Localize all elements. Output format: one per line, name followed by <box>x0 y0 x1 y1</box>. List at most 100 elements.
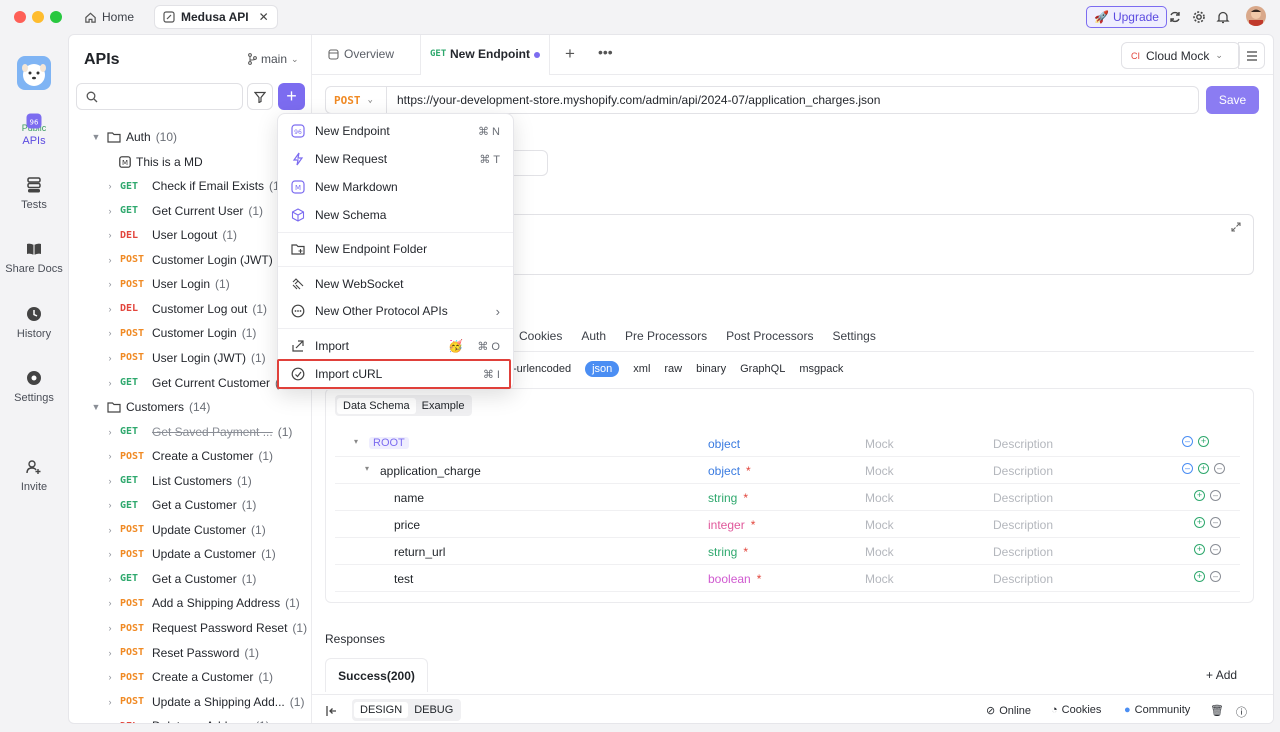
chevron-right-icon[interactable]: › <box>105 623 115 633</box>
design-mode-button[interactable]: DESIGN <box>354 702 409 718</box>
debug-mode-button[interactable]: DEBUG <box>408 702 459 718</box>
gear-icon[interactable] <box>1191 9 1207 25</box>
method-select[interactable]: POST ⌄ <box>326 87 387 113</box>
menu-import[interactable]: Import 🥳 ⌘ O <box>278 332 513 360</box>
mock-input[interactable]: Mock <box>865 491 894 505</box>
type-urlencoded[interactable]: -urlencoded <box>513 363 571 375</box>
chevron-right-icon[interactable]: › <box>105 549 115 559</box>
chevron-down-icon[interactable]: ▼ <box>91 132 101 142</box>
branch-selector[interactable]: main ⌄ <box>247 52 299 66</box>
menu-new-websocket[interactable]: New WebSocket <box>278 270 513 298</box>
tab-post-processors[interactable]: Post Processors <box>726 329 813 343</box>
expand-icon[interactable] <box>1231 222 1241 232</box>
tree-endpoint[interactable]: ›GETGet Current Customer( <box>105 371 280 395</box>
tree-endpoint[interactable]: › POST Update a Customer (1) <box>105 542 276 566</box>
url-input[interactable]: https://your-development-store.myshopify… <box>387 93 880 107</box>
description-input[interactable]: Description <box>993 572 1053 586</box>
type-xml[interactable]: xml <box>633 363 650 375</box>
cookies-button[interactable]: ◔ Cookies <box>1051 704 1101 716</box>
description-textarea[interactable] <box>502 214 1254 275</box>
nav-invite[interactable]: Invite <box>0 458 68 493</box>
schema-row[interactable]: name string * Mock Description + – <box>335 484 1240 511</box>
add-field-icon[interactable]: + <box>1194 490 1205 501</box>
type-raw[interactable]: raw <box>664 363 682 375</box>
sync-icon[interactable] <box>1167 9 1183 25</box>
type-binary[interactable]: binary <box>696 363 726 375</box>
add-field-icon[interactable]: + <box>1198 463 1209 474</box>
response-tab-success[interactable]: Success(200) <box>325 658 428 692</box>
tree-folder[interactable]: ▼ Customers (14) <box>91 395 211 419</box>
tree-endpoint[interactable]: › POST Customer Login (1) <box>105 321 257 345</box>
chevron-down-icon[interactable]: ▾ <box>365 464 369 473</box>
chevron-right-icon[interactable]: › <box>105 230 115 240</box>
menu-new-other-protocol[interactable]: New Other Protocol APIs › <box>278 297 513 325</box>
schema-row[interactable]: return_url string * Mock Description + – <box>335 538 1240 565</box>
tree-endpoint[interactable]: ›GETCheck if Email Exists(1) <box>105 174 284 198</box>
help-icon[interactable]: ⓘ <box>1236 704 1247 720</box>
chevron-down-icon[interactable]: ▼ <box>91 402 101 412</box>
description-input[interactable]: Description <box>993 464 1053 478</box>
field-type[interactable]: integer * <box>708 518 755 532</box>
trash-icon[interactable]: 🗑 <box>1210 704 1224 717</box>
tree-endpoint[interactable]: › DEL User Logout (1) <box>105 223 238 247</box>
minimize-window-button[interactable] <box>32 11 44 23</box>
description-input[interactable]: Description <box>993 437 1053 451</box>
mock-input[interactable]: Mock <box>865 572 894 586</box>
collapse-sidebar-icon[interactable] <box>326 705 338 717</box>
save-button[interactable]: Save <box>1206 86 1259 114</box>
tree-endpoint[interactable]: › POST Reset Password (1) <box>105 641 260 665</box>
environment-selector[interactable]: CI Cloud Mock ⌄ <box>1121 42 1240 69</box>
chevron-right-icon[interactable]: › <box>105 648 115 658</box>
nav-settings[interactable]: Settings <box>0 369 68 404</box>
mock-input[interactable]: Mock <box>865 518 894 532</box>
tree-endpoint[interactable]: › POST Update a Shipping Add... (1) <box>105 690 305 714</box>
tree-endpoint[interactable]: › POST Update Customer (1) <box>105 518 266 542</box>
tree-endpoint[interactable]: › POST Create a Customer (1) <box>105 665 274 689</box>
filter-button[interactable] <box>247 83 273 110</box>
type-msgpack[interactable]: msgpack <box>799 363 843 375</box>
mock-input[interactable]: Mock <box>865 437 894 451</box>
tree-endpoint[interactable]: › POST Request Password Reset (1) <box>105 616 308 640</box>
tab-pre-processors[interactable]: Pre Processors <box>625 329 707 343</box>
tab-auth[interactable]: Auth <box>581 329 606 343</box>
maximize-window-button[interactable] <box>50 11 62 23</box>
add-field-icon[interactable]: + <box>1194 544 1205 555</box>
add-field-icon[interactable]: + <box>1198 436 1209 447</box>
settings-circle-icon[interactable]: – <box>1182 463 1193 474</box>
remove-field-icon[interactable]: – <box>1210 517 1221 528</box>
tree-endpoint[interactable]: › GET Get a Customer (1) <box>105 567 257 591</box>
field-type[interactable]: string * <box>708 491 748 505</box>
tree-endpoint[interactable]: › POST User Login (1) <box>105 272 230 296</box>
chevron-right-icon[interactable]: › <box>105 304 115 314</box>
field-name[interactable]: price <box>394 518 420 532</box>
schema-row[interactable]: test boolean * Mock Description + – <box>335 565 1240 592</box>
data-schema-tab[interactable]: Data Schema <box>337 397 416 414</box>
chevron-down-icon[interactable]: ▾ <box>354 437 358 446</box>
close-tab-icon[interactable]: ✕ <box>259 10 269 24</box>
tree-doc[interactable]: M This is a MD <box>119 150 203 174</box>
tab-cookies[interactable]: Cookies <box>519 329 562 343</box>
chevron-right-icon[interactable]: › <box>105 279 115 289</box>
nav-share-docs[interactable]: Share Docs <box>0 240 68 275</box>
settings-circle-icon[interactable]: – <box>1182 436 1193 447</box>
type-graphql[interactable]: GraphQL <box>740 363 785 375</box>
chevron-right-icon[interactable]: › <box>105 476 115 486</box>
nav-apis[interactable]: 96 APIs <box>0 112 68 147</box>
upgrade-button[interactable]: 🚀 Upgrade <box>1086 6 1167 28</box>
field-type[interactable]: object <box>708 437 746 451</box>
chevron-right-icon[interactable]: › <box>105 574 115 584</box>
required-marker[interactable]: * <box>746 464 751 478</box>
tree-endpoint[interactable]: › POST Add a Shipping Address (1) <box>105 591 300 615</box>
field-type[interactable]: string * <box>708 545 748 559</box>
description-input[interactable]: Description <box>993 518 1053 532</box>
mock-input[interactable]: Mock <box>865 545 894 559</box>
tree-endpoint[interactable]: › GET List Customers (1) <box>105 469 252 493</box>
chevron-right-icon[interactable]: › <box>105 328 115 338</box>
description-input[interactable]: Description <box>993 491 1053 505</box>
menu-new-markdown[interactable]: M New Markdown <box>278 173 513 201</box>
nav-history[interactable]: History <box>0 305 68 340</box>
schema-row[interactable]: ▾ application_charge object * Mock Descriptio… <box>335 457 1240 484</box>
schema-row[interactable]: price integer * Mock Description + – <box>335 511 1240 538</box>
field-name[interactable]: application_charge <box>380 464 481 478</box>
schema-row[interactable]: ▾ ROOT object Mock Description – + <box>335 430 1240 457</box>
